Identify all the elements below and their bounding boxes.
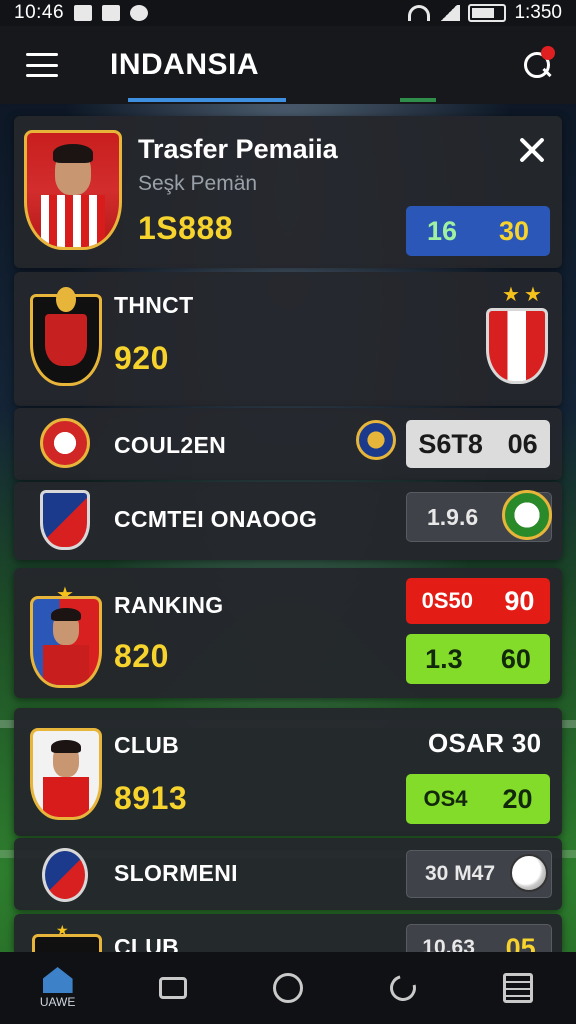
stat-pill-green[interactable]: 1.3 60	[406, 634, 550, 684]
row-label: SLORMENI	[114, 860, 238, 886]
transfer-value: 1S888	[138, 210, 234, 246]
home-icon	[42, 967, 73, 993]
pill-number: 06	[507, 428, 538, 459]
list-row[interactable]: COUL2EN S6T8 06	[14, 408, 562, 480]
menu-icon[interactable]	[26, 53, 58, 77]
transfer-title: Trasfer Pemaiia	[138, 134, 338, 164]
nav-swirl[interactable]	[373, 958, 433, 1018]
row-value: 820	[114, 638, 169, 674]
club-badge	[32, 934, 102, 952]
transfer-subtitle: Seşk Pemän	[138, 172, 258, 195]
row-label: CLUB	[114, 732, 180, 758]
battery-icon	[468, 4, 507, 22]
stat-pill[interactable]: 10.63 05	[406, 924, 552, 952]
list-row[interactable]: SLORMENI 30 M47	[14, 838, 562, 910]
tab-indicator	[400, 98, 436, 102]
star-icon: ★	[502, 284, 520, 306]
club-badge	[502, 490, 552, 540]
club-badge	[356, 420, 396, 460]
app-icon	[130, 5, 149, 21]
club-score-label: OSAR	[428, 728, 505, 758]
pill-text: S6T8	[418, 428, 483, 459]
pill-text: 0S50	[421, 588, 474, 613]
status-bar: 10:46 1:350	[0, 0, 576, 26]
row-label: CCMTEI ONAOOG	[114, 506, 318, 532]
club-badge	[30, 286, 102, 386]
row-label: COUL2EN	[114, 432, 227, 458]
club-badge	[486, 308, 548, 384]
player-crest	[30, 596, 102, 688]
chat-icon	[158, 977, 187, 999]
stat-pill-red[interactable]: 0S50 90	[406, 578, 550, 624]
star-icon: ★	[524, 284, 542, 306]
club-badge	[40, 418, 90, 468]
close-icon[interactable]	[518, 136, 546, 164]
pill-text: 1.9.6	[427, 503, 479, 530]
club-card[interactable]: CLUB 8913 OSAR 30 OS4 20	[14, 708, 562, 836]
score-pill[interactable]: 16 30	[406, 206, 550, 256]
player-crest	[24, 130, 122, 250]
search-icon[interactable]	[522, 46, 555, 80]
circle-icon	[272, 973, 303, 1003]
club-badge	[40, 490, 90, 550]
notification-icon	[74, 5, 93, 21]
row-label: THNCT	[114, 292, 194, 318]
stat-pill-green[interactable]: OS4 20	[406, 774, 550, 824]
notification-icon	[102, 5, 121, 21]
football-icon	[510, 854, 548, 892]
status-clock: 1:350	[514, 2, 562, 23]
score-away: 30	[498, 215, 530, 246]
pill-number: 90	[504, 585, 535, 616]
pill-number: 20	[502, 783, 533, 814]
club-score-number: 30	[511, 728, 542, 758]
stat-card[interactable]: THNCT 920 ★ ★	[14, 272, 562, 406]
active-tab-indicator	[128, 98, 286, 102]
pill-text: 30 M47	[425, 862, 496, 885]
wifi-icon	[408, 5, 431, 21]
pill-text: OS4	[423, 786, 468, 811]
club-badge	[42, 848, 88, 902]
player-crest	[30, 728, 102, 820]
score-home: 16	[426, 215, 458, 246]
nav-chat[interactable]	[143, 958, 203, 1018]
list-row[interactable]: CCMTEI ONAOOG 1.9.6	[14, 482, 562, 560]
page-title: INDANSIA	[110, 48, 260, 81]
status-right: 1:350	[408, 2, 562, 24]
row-value: 8913	[114, 780, 188, 816]
swirl-icon	[385, 970, 421, 1006]
transfer-card[interactable]: Trasfer Pemaiia Seşk Pemän 1S888 16 30	[14, 116, 562, 268]
nav-home-label: UAWE	[39, 995, 76, 1009]
nav-home[interactable]: UAWE	[28, 958, 88, 1018]
list-icon	[503, 973, 534, 1003]
pill-number: 05	[505, 932, 536, 953]
notification-badge	[541, 46, 555, 60]
row-label: RANKING	[114, 592, 224, 618]
row-value: 920	[114, 340, 169, 376]
nav-circle[interactable]	[258, 958, 318, 1018]
signal-icon	[438, 5, 461, 21]
stat-pill[interactable]: S6T8 06	[406, 420, 550, 468]
pill-number: 60	[500, 643, 531, 674]
club-score-text: OSAR 30	[428, 728, 541, 759]
app-header: INDANSIA	[0, 26, 576, 104]
ranking-card[interactable]: ★ RANKING 820 0S50 90 1.3 60	[14, 568, 562, 698]
pill-text: 1.3	[425, 643, 463, 674]
bottom-nav: UAWE	[0, 952, 576, 1024]
pill-text: 10.63	[422, 936, 475, 952]
list-row[interactable]: ★ CLUB 10.63 05	[14, 914, 562, 952]
nav-list[interactable]	[488, 958, 548, 1018]
status-time: 10:46	[14, 2, 65, 23]
row-label: CLUB	[114, 934, 180, 952]
